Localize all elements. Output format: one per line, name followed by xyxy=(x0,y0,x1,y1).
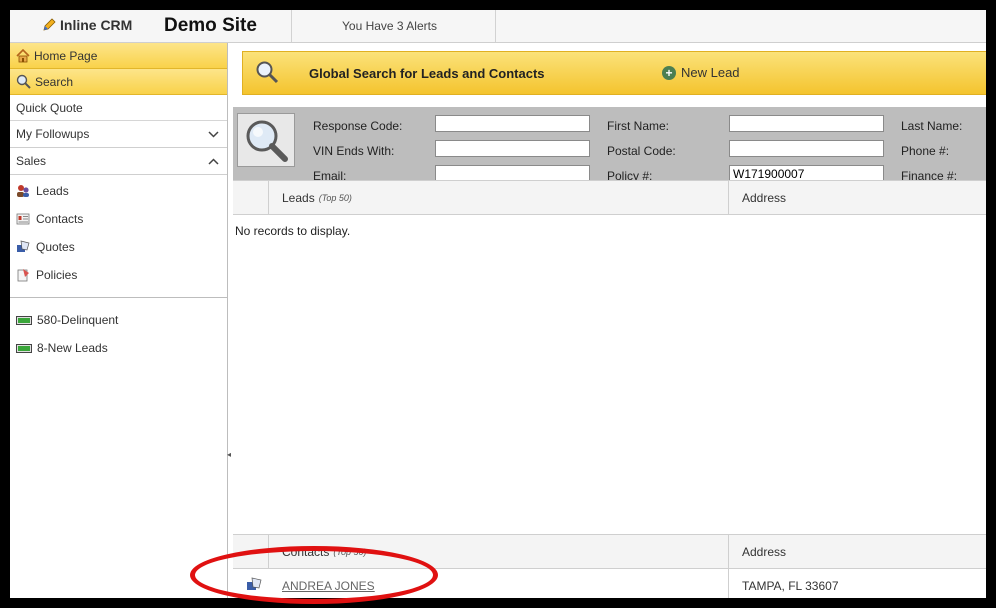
new-lead-label: New Lead xyxy=(681,65,740,80)
postal-code-label: Postal Code: xyxy=(607,144,676,158)
alerts-link[interactable]: You Have 3 Alerts xyxy=(342,19,437,33)
sidebar-item-label: 8-New Leads xyxy=(37,341,108,355)
sidebar-item-quotes[interactable]: Quotes xyxy=(10,233,227,261)
highlight-annotation xyxy=(190,546,438,604)
sidebar-section-my-followups[interactable]: My Followups xyxy=(10,121,227,148)
main-content: Global Search for Leads and Contacts + N… xyxy=(233,43,986,598)
search-form: Response Code: First Name: Last Name: VI… xyxy=(233,107,986,183)
top-divider xyxy=(291,10,292,42)
contacts-icon xyxy=(16,213,30,225)
sidebar-item-label: Quotes xyxy=(36,240,75,254)
logo-text: Inline CRM xyxy=(60,17,133,33)
response-code-label: Response Code: xyxy=(313,119,403,133)
sidebar-queue-580-delinquent[interactable]: 580-Delinquent xyxy=(10,306,227,334)
search-banner: Global Search for Leads and Contacts + N… xyxy=(242,51,986,95)
phone-label: Phone #: xyxy=(901,144,950,158)
sidebar-item-home-page[interactable]: Home Page xyxy=(10,43,227,69)
home-icon xyxy=(16,48,30,62)
sidebar-queue-8-new-leads[interactable]: 8-New Leads xyxy=(10,334,227,362)
leads-address-column-header[interactable]: Address xyxy=(742,181,786,214)
first-name-input[interactable] xyxy=(729,115,884,132)
site-title: Demo Site xyxy=(164,15,257,36)
new-lead-button[interactable]: + New Lead xyxy=(662,65,740,80)
chevron-up-icon xyxy=(208,157,219,165)
leads-icon xyxy=(17,185,29,197)
sidebar-item-label: Quick Quote xyxy=(16,100,83,115)
leads-top-note: (Top 50) xyxy=(318,192,352,203)
postal-code-input[interactable] xyxy=(729,140,884,157)
contact-address: TAMPA, FL 33607 xyxy=(742,579,839,593)
sidebar-item-policies[interactable]: Policies xyxy=(10,261,227,289)
contacts-address-column-header[interactable]: Address xyxy=(742,535,786,568)
plus-icon: + xyxy=(662,65,676,80)
sidebar-item-label: Search xyxy=(35,74,74,89)
quotes-icon xyxy=(17,240,30,252)
sidebar-item-label: Contacts xyxy=(36,212,84,226)
leads-column-label: Leads xyxy=(282,190,315,205)
sidebar-section-label: My Followups xyxy=(16,127,90,141)
chevron-down-icon xyxy=(208,130,219,138)
leads-empty-message: No records to display. xyxy=(235,224,351,238)
sidebar-section-label: Sales xyxy=(16,154,47,168)
sidebar-section-sales[interactable]: Sales xyxy=(10,148,227,175)
pencil-icon xyxy=(43,18,56,31)
magnifier-icon xyxy=(237,113,295,167)
sidebar-item-contacts[interactable]: Contacts xyxy=(10,205,227,233)
logo[interactable]: Inline CRM xyxy=(42,17,132,33)
sidebar-item-quick-quote[interactable]: Quick Quote xyxy=(10,95,227,121)
first-name-label: First Name: xyxy=(607,119,670,133)
last-name-label: Last Name: xyxy=(901,119,963,133)
sidebar: Home Page Search Quick Quote My Followup… xyxy=(10,43,228,598)
leads-column-header[interactable]: Leads (Top 50) xyxy=(282,181,352,214)
queue-icon xyxy=(16,343,32,353)
search-icon xyxy=(256,61,279,84)
response-code-input[interactable] xyxy=(435,115,590,132)
sidebar-item-label: 580-Delinquent xyxy=(37,313,119,327)
sidebar-item-label: Policies xyxy=(36,268,78,282)
sidebar-item-label: Leads xyxy=(36,184,69,198)
search-title: Global Search for Leads and Contacts xyxy=(309,66,545,81)
top-bar: Inline CRM Demo Site You Have 3 Alerts xyxy=(10,10,986,43)
top-divider xyxy=(495,10,496,42)
vin-label: VIN Ends With: xyxy=(313,144,395,158)
sidebar-divider xyxy=(10,297,227,298)
vin-input[interactable] xyxy=(435,140,590,157)
sidebar-item-leads[interactable]: Leads xyxy=(10,177,227,205)
sidebar-item-search[interactable]: Search xyxy=(10,69,227,95)
sidebar-item-label: Home Page xyxy=(34,48,98,63)
app-window: Inline CRM Demo Site You Have 3 Alerts H… xyxy=(10,10,986,598)
policies-icon xyxy=(17,269,29,282)
leads-grid-header: Leads (Top 50) Address xyxy=(233,180,986,215)
search-icon xyxy=(16,74,31,89)
queue-icon xyxy=(16,315,32,325)
